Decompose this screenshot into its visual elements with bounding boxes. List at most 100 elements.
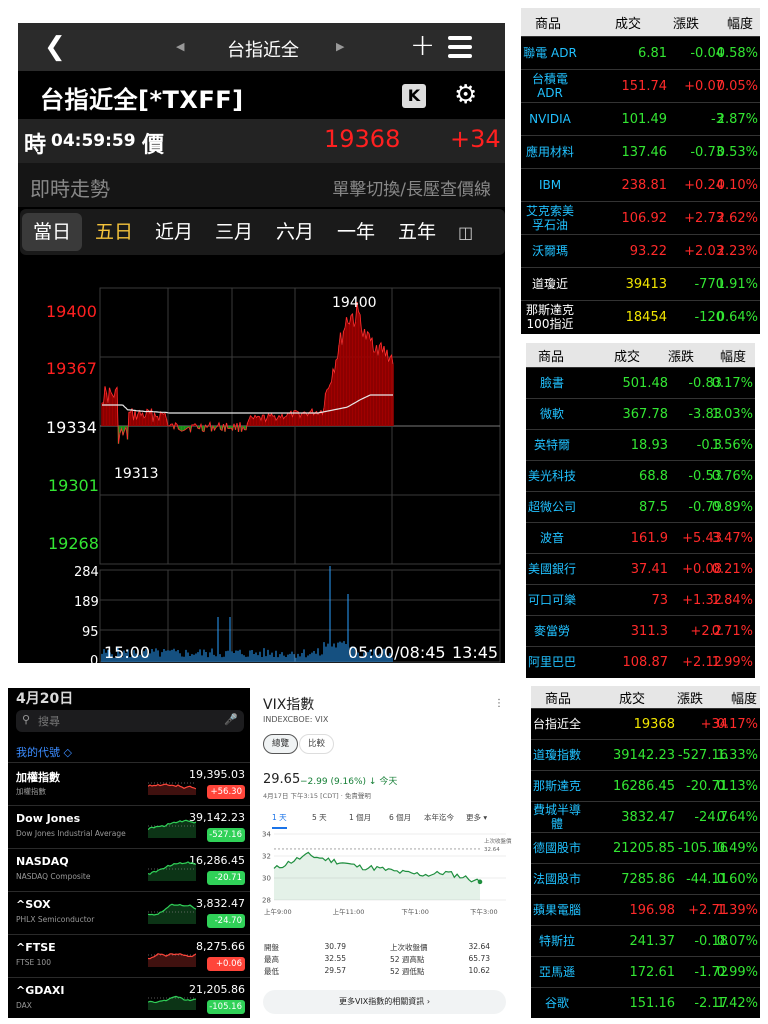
stock-price: 19,395.03 xyxy=(189,768,245,781)
range-5d[interactable]: 5 天 xyxy=(312,812,327,823)
table-row[interactable]: 沃爾瑪 93.22 +2.03 2.23% xyxy=(521,234,760,267)
table-row[interactable]: 超微公司 87.5 -0.79 0.89% xyxy=(526,491,755,522)
table-row[interactable]: 蘋果電腦 196.98 +2.71 1.39% xyxy=(531,894,760,925)
stock-change-badge[interactable]: +0.06 xyxy=(207,957,245,971)
table-row[interactable]: 法國股市 7285.86 -44.11 0.60% xyxy=(531,863,760,894)
volume-tick-189: 189 xyxy=(74,595,99,610)
stock-change-badge[interactable]: -20.71 xyxy=(207,871,245,885)
row-name: 谷歌 xyxy=(544,996,569,1010)
stock-change-badge[interactable]: +56.30 xyxy=(207,785,245,799)
tab-near-month[interactable]: 近月 xyxy=(144,213,204,251)
row-price: 196.98 xyxy=(629,902,676,918)
range-1d[interactable]: 1 天 xyxy=(272,812,287,829)
table-row[interactable]: 應用材料 137.46 -0.73 0.53% xyxy=(521,135,760,168)
row-pct: 1.99% xyxy=(711,654,753,670)
tab-five-day[interactable]: 五日 xyxy=(84,213,144,251)
stock-change-badge[interactable]: -527.16 xyxy=(207,828,245,842)
stat-key: 上次收盤價 xyxy=(390,943,428,952)
range-1m[interactable]: 1 個月 xyxy=(349,812,371,823)
mic-icon[interactable]: 🎤 xyxy=(224,713,238,726)
row-name: 波音 xyxy=(539,531,564,545)
table-header: 商品 成交 漲跌 幅度 xyxy=(531,686,760,708)
row-pct: 0.17% xyxy=(711,375,753,391)
gear-icon[interactable]: ⚙ xyxy=(454,80,477,110)
table-row[interactable]: 特斯拉 241.37 -0.18 0.07% xyxy=(531,925,760,956)
table-row[interactable]: 德國股市 21205.85 -105.16 0.49% xyxy=(531,832,760,863)
table-row[interactable]: 艾克索美孚石油 106.92 +2.73 2.62% xyxy=(521,201,760,234)
my-symbols-selector[interactable]: 我的代號 ◇ xyxy=(16,744,72,760)
vix-price: 29.65 xyxy=(263,772,301,787)
row-name: 費城半導體 xyxy=(532,803,581,831)
header-pct: 幅度 xyxy=(727,17,754,32)
next-symbol-icon[interactable]: ▶ xyxy=(336,40,344,53)
table-row[interactable]: 那斯達克 16286.45 -20.71 0.13% xyxy=(531,770,760,801)
table-row[interactable]: 阿里巴巴 108.87 +2.12 1.99% xyxy=(526,646,755,677)
row-pct: 1.03% xyxy=(711,406,753,422)
range-ytd[interactable]: 本年迄今 xyxy=(424,812,454,823)
volume-tick-95: 95 xyxy=(82,625,99,640)
tab-overview[interactable]: 總覽 xyxy=(263,734,299,754)
tab-five-year[interactable]: 五年 xyxy=(387,213,447,251)
prev-symbol-icon[interactable]: ◀ xyxy=(176,40,184,53)
more-info-button[interactable]: 更多VIX指數的相關資訊 › xyxy=(263,990,506,1014)
stock-change-badge[interactable]: -105.16 xyxy=(207,1000,245,1014)
vix-y-tick: 30 xyxy=(262,875,271,883)
k-chart-button[interactable]: K xyxy=(402,84,426,108)
range-6m[interactable]: 6 個月 xyxy=(389,812,411,823)
row-pct: 0.53% xyxy=(716,144,758,160)
table-row[interactable]: 可口可樂 73 +1.32 1.84% xyxy=(526,584,755,615)
time-label-end: 13:45 xyxy=(452,643,499,662)
vix-title: VIX指數 xyxy=(263,697,315,713)
stat-key: 開盤 xyxy=(264,943,279,952)
table-row[interactable]: 谷歌 151.16 -2.17 1.42% xyxy=(531,987,760,1018)
vix-x-tick: 上午11:00 xyxy=(333,907,365,916)
search-input[interactable] xyxy=(38,713,218,729)
row-pct: 1.39% xyxy=(716,902,758,918)
table-row[interactable]: 道瓊指數 39142.23 -527.16 1.33% xyxy=(531,739,760,770)
table-row[interactable]: 麥當勞 311.3 +2.2 0.71% xyxy=(526,615,755,646)
table-row[interactable]: 微軟 367.78 -3.83 1.03% xyxy=(526,398,755,429)
price-tick-19268: 19268 xyxy=(48,534,99,553)
low-label: 19313 xyxy=(114,466,159,482)
row-name: 台指近全 xyxy=(532,717,581,731)
vix-ticker: INDEXCBOE: VIX xyxy=(263,715,329,724)
stock-change-badge[interactable]: -24.70 xyxy=(207,914,245,928)
more-options-icon[interactable]: ⋮ xyxy=(494,698,504,709)
table-row[interactable]: 台積電 ADR 151.74 +0.07 0.05% xyxy=(521,69,760,102)
period-tabs: 當日 五日 近月 三月 六月 一年 五年 ◫ xyxy=(20,209,505,255)
menu-icon[interactable] xyxy=(448,36,472,63)
rotate-icon[interactable]: ◫ xyxy=(458,223,473,242)
table-row[interactable]: 亞馬遜 172.61 -1.72 0.99% xyxy=(531,956,760,987)
table-row[interactable]: 道瓊近 39413 -770 1.91% xyxy=(521,267,760,300)
table-row[interactable]: 英特爾 18.93 -0.3 1.56% xyxy=(526,429,755,460)
table-row[interactable]: NVIDIA 101.49 -3 2.87% xyxy=(521,102,760,135)
table-row[interactable]: 那斯達克100指近 18454 -120 0.64% xyxy=(521,300,760,333)
tab-six-month[interactable]: 六月 xyxy=(265,213,325,251)
stock-price: 39,142.23 xyxy=(189,811,245,824)
table-row[interactable]: 費城半導體 3832.47 -24.7 0.64% xyxy=(531,801,760,832)
table-row[interactable]: 波音 161.9 +5.43 3.47% xyxy=(526,522,755,553)
back-icon[interactable]: ❮ xyxy=(44,32,66,62)
tab-three-month[interactable]: 三月 xyxy=(204,213,264,251)
tab-day[interactable]: 當日 xyxy=(22,213,82,251)
list-item[interactable]: NASDAQ NASDAQ Composite 16,286.45 -20.71 xyxy=(8,848,250,891)
add-icon[interactable]: + xyxy=(410,28,435,63)
search-bar[interactable]: ⚲ 🎤 xyxy=(16,710,244,732)
table-row[interactable]: 聯電 ADR 6.81 -0.04 0.58% xyxy=(521,36,760,69)
vix-line-chart[interactable]: 34 32 30 28 上次收盤價 32.64 上午9:00 上午11:00 下午1:00 下午3… xyxy=(256,828,512,918)
list-item[interactable]: ^GDAXI DAX 21,205.86 -105.16 xyxy=(8,977,250,1018)
table-row[interactable]: 美國銀行 37.41 +0.08 0.21% xyxy=(526,553,755,584)
list-item[interactable]: ^FTSE FTSE 100 8,275.66 +0.06 xyxy=(8,934,250,977)
table-row[interactable]: 臉書 501.48 -0.83 0.17% xyxy=(526,367,755,398)
stock-name: PHLX Semiconductor xyxy=(16,915,95,924)
list-item[interactable]: 加權指數 加權指數 19,395.03 +56.30 xyxy=(8,762,250,805)
list-item[interactable]: ^SOX PHLX Semiconductor 3,832.47 -24.70 xyxy=(8,891,250,934)
tab-compare[interactable]: 比較 xyxy=(299,734,335,754)
table-row[interactable]: IBM 238.81 +0.24 0.10% xyxy=(521,168,760,201)
list-item[interactable]: Dow Jones Dow Jones Industrial Average 39,… xyxy=(8,805,250,848)
range-more[interactable]: 更多 ▾ xyxy=(466,812,487,823)
table-row[interactable]: 台指近全 19368 +34 0.17% xyxy=(531,708,760,739)
tab-one-year[interactable]: 一年 xyxy=(326,213,386,251)
table-row[interactable]: 美光科技 68.8 -0.53 0.76% xyxy=(526,460,755,491)
intraday-chart[interactable]: 19400 19367 19334 19301 19268 19400 1931… xyxy=(18,255,505,663)
